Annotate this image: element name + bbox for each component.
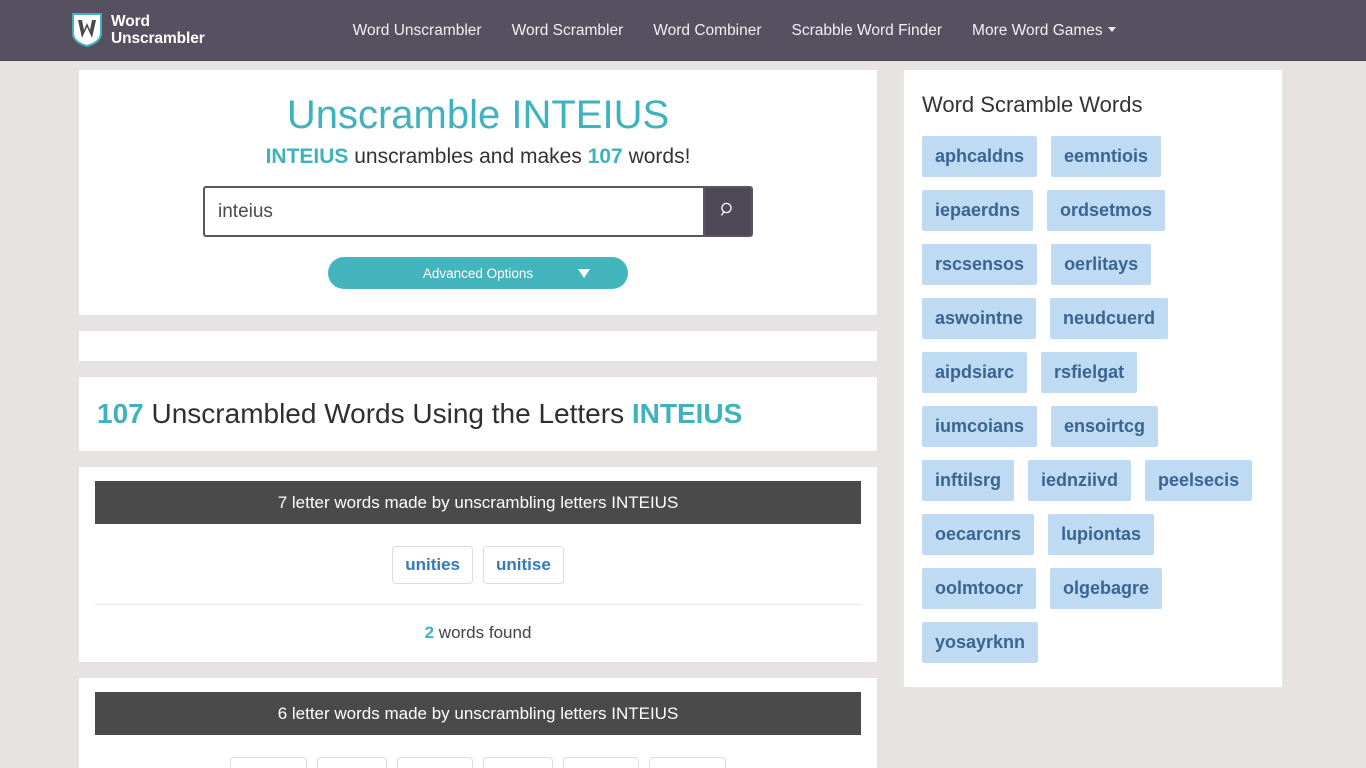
word-chip[interactable]: tinies	[483, 757, 554, 768]
results-heading-mid: Unscrambled Words Using the Letters	[143, 398, 632, 429]
brand-line-2: Unscrambler	[111, 30, 205, 47]
scramble-word-chip[interactable]: aswointne	[922, 298, 1037, 339]
search-row	[99, 186, 857, 237]
scramble-word-chip[interactable]: iumcoians	[922, 406, 1038, 447]
subtitle-letters: INTEIUS	[265, 145, 349, 168]
scramble-word-chip[interactable]: eemntiois	[1051, 136, 1162, 177]
ad-placeholder-panel	[78, 330, 878, 362]
advanced-options-button[interactable]: Advanced Options	[328, 257, 628, 289]
sidebar-column: Word Scramble Words aphcaldns eemntiois …	[903, 69, 1283, 688]
word-chip[interactable]: unties	[649, 757, 726, 768]
primary-nav: Word Unscrambler Word Scrambler Word Com…	[338, 0, 1131, 61]
subtitle-mid: unscrambles and makes	[348, 145, 588, 168]
search-icon	[718, 200, 738, 223]
page-title: Unscramble INTEIUS	[99, 92, 857, 138]
results-letters: INTEIUS	[631, 398, 743, 429]
word-chip[interactable]: unites	[563, 757, 640, 768]
word-group-heading: 7 letter words made by unscrambling lett…	[95, 481, 861, 524]
scramble-word-chip[interactable]: aipdsiarc	[922, 352, 1028, 393]
subtitle-count: 107	[587, 145, 623, 168]
word-group-heading: 6 letter words made by unscrambling lett…	[95, 692, 861, 735]
search-group	[203, 186, 753, 237]
word-group-footer: 2 words found	[95, 604, 861, 662]
advanced-options-label: Advanced Options	[422, 265, 534, 281]
scramble-word-chip[interactable]: aphcaldns	[922, 136, 1038, 177]
chevron-down-icon	[578, 268, 590, 278]
search-input[interactable]	[203, 186, 703, 237]
scramble-word-chip[interactable]: iednziivd	[1028, 460, 1132, 501]
nav-item-more-word-games-label: More Word Games	[972, 21, 1103, 39]
page-body: Unscramble INTEIUS INTEIUS unscrambles a…	[0, 61, 1366, 768]
scramble-word-chip[interactable]: rsfielgat	[1041, 352, 1138, 393]
scramble-word-chip[interactable]: yosayrknn	[922, 622, 1039, 663]
scramble-word-chip[interactable]: neudcuerd	[1050, 298, 1169, 339]
page-subtitle: INTEIUS unscrambles and makes 107 words!	[99, 144, 857, 170]
scramble-word-grid: aphcaldns eemntiois iepaerdns ordsetmos …	[922, 136, 1264, 663]
nav-item-word-scrambler[interactable]: Word Scrambler	[497, 0, 639, 61]
word-chip-list: intuse seniti tenuis tinies unites untie…	[95, 735, 861, 768]
search-button[interactable]	[703, 186, 753, 237]
scramble-word-chip[interactable]: inftilsrg	[922, 460, 1014, 501]
sidebar-title: Word Scramble Words	[922, 92, 1143, 117]
scramble-word-chip[interactable]: peelsecis	[1145, 460, 1253, 501]
page-title-letters: INTEIUS	[511, 93, 670, 137]
scramble-word-chip[interactable]: olgebagre	[1050, 568, 1163, 609]
search-panel: Unscramble INTEIUS INTEIUS unscrambles a…	[78, 69, 878, 316]
scramble-word-chip[interactable]: oerlitays	[1051, 244, 1152, 285]
main-column: Unscramble INTEIUS INTEIUS unscrambles a…	[78, 69, 878, 768]
word-group-7-letters: 7 letter words made by unscrambling lett…	[78, 466, 878, 663]
scramble-word-chip[interactable]: oecarcnrs	[922, 514, 1035, 555]
subtitle-end: words!	[622, 145, 691, 168]
word-chip[interactable]: unitise	[483, 546, 564, 584]
nav-item-word-unscrambler[interactable]: Word Unscrambler	[338, 0, 497, 61]
page-title-prefix: Unscramble	[286, 93, 512, 137]
scramble-word-chip[interactable]: oolmtoocr	[922, 568, 1036, 609]
results-heading-panel: 107 Unscrambled Words Using the Letters …	[78, 376, 878, 452]
shield-w-logo-icon	[72, 13, 102, 47]
brand-line-1: Word	[111, 13, 150, 30]
words-found-label: words found	[434, 623, 532, 642]
scramble-word-chip[interactable]: ordsetmos	[1047, 190, 1166, 231]
word-chip-list: unities unitise	[95, 524, 861, 604]
nav-item-scrabble-word-finder[interactable]: Scrabble Word Finder	[777, 0, 957, 61]
nav-item-more-word-games[interactable]: More Word Games	[957, 0, 1131, 61]
chevron-down-icon	[1107, 26, 1116, 32]
words-found-count: 2	[424, 623, 435, 642]
word-group-6-letters: 6 letter words made by unscrambling lett…	[78, 677, 878, 768]
brand-logo-link[interactable]: Word Unscrambler	[72, 13, 205, 47]
results-heading: 107 Unscrambled Words Using the Letters …	[97, 397, 859, 431]
scramble-word-chip[interactable]: lupiontas	[1048, 514, 1155, 555]
top-navbar: Word Unscrambler Word Unscrambler Word S…	[0, 0, 1366, 61]
word-chip[interactable]: tenuis	[396, 757, 473, 768]
brand-text: Word Unscrambler	[111, 13, 205, 47]
scramble-word-chip[interactable]: rscsensos	[922, 244, 1038, 285]
word-chip[interactable]: unities	[392, 546, 473, 584]
results-count: 107	[97, 398, 144, 429]
nav-item-word-combiner[interactable]: Word Combiner	[638, 0, 776, 61]
word-scramble-words-panel: Word Scramble Words aphcaldns eemntiois …	[903, 69, 1283, 688]
word-chip[interactable]: intuse	[230, 757, 307, 768]
scramble-word-chip[interactable]: ensoirtcg	[1051, 406, 1159, 447]
word-chip[interactable]: seniti	[316, 757, 387, 768]
scramble-word-chip[interactable]: iepaerdns	[922, 190, 1034, 231]
